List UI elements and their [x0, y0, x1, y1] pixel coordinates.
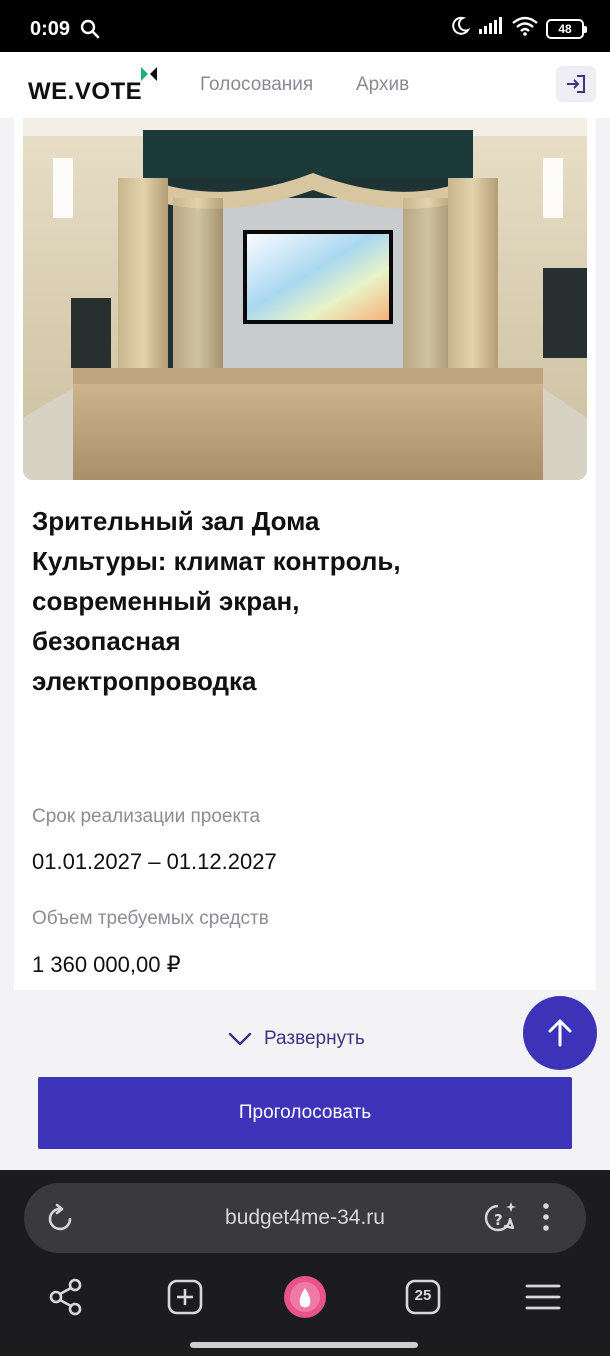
- svg-text:?: ?: [494, 1211, 503, 1229]
- project-photo: [23, 118, 587, 480]
- site-header: WE.VOTE Голосования Архив: [0, 52, 610, 118]
- project-title: Зрительный зал Дома Культуры: климат кон…: [32, 506, 401, 696]
- funds-label: Объем требуемых средств: [32, 908, 269, 929]
- new-tab-icon[interactable]: [166, 1278, 204, 1321]
- logout-icon: [567, 75, 585, 93]
- moon-icon: [450, 16, 471, 41]
- more-vertical-icon[interactable]: [540, 1201, 552, 1238]
- tabs-count: 25: [414, 1287, 432, 1304]
- scroll-top-button[interactable]: [523, 996, 597, 1070]
- nav-archive[interactable]: Архив: [356, 74, 409, 96]
- project-card: Зрительный зал Дома Культуры: климат кон…: [14, 118, 596, 990]
- nav-votings[interactable]: Голосования: [200, 74, 313, 96]
- signal-icon: [478, 17, 504, 40]
- wifi-icon: [512, 16, 538, 41]
- share-icon[interactable]: [48, 1278, 84, 1321]
- status-bar: 0:09 48: [0, 0, 610, 52]
- period-label: Срок реализации проекта: [32, 806, 261, 827]
- vote-button[interactable]: Проголосовать: [38, 1077, 572, 1149]
- funds-value: 1 360 000,00 ₽: [32, 952, 181, 977]
- expand-label: Развернуть: [264, 1028, 365, 1049]
- menu-icon[interactable]: [524, 1282, 562, 1317]
- status-time: 0:09: [30, 18, 71, 40]
- assistant-help-icon[interactable]: ?: [482, 1200, 518, 1241]
- battery-icon: 48: [546, 18, 587, 39]
- arrow-up-icon: [548, 1019, 572, 1047]
- home-indicator[interactable]: [190, 1342, 418, 1348]
- logo-mark-icon: [140, 66, 158, 87]
- logout-button[interactable]: [556, 66, 596, 102]
- address-bar[interactable]: budget4me-34.ru ?: [24, 1183, 586, 1253]
- logo[interactable]: WE.VOTE: [28, 78, 142, 106]
- search-icon: [80, 19, 100, 44]
- alice-assistant-icon[interactable]: [282, 1274, 328, 1325]
- chevron-down-icon: [228, 1032, 252, 1046]
- expand-button[interactable]: Развернуть: [228, 1028, 365, 1050]
- browser-toolbar: budget4me-34.ru ? 25: [0, 1170, 610, 1356]
- period-value: 01.01.2027 – 01.12.2027: [32, 849, 277, 874]
